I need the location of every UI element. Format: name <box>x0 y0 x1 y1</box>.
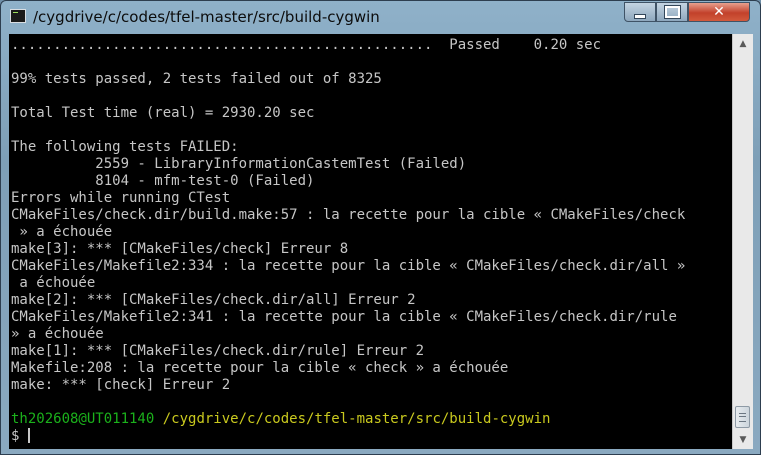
command-input-line[interactable]: $ <box>11 428 685 445</box>
maximize-button[interactable] <box>656 2 688 22</box>
prompt-user-host: th202608@UT011140 <box>11 411 155 427</box>
terminal-output[interactable]: ........................................… <box>9 34 732 449</box>
terminal-line: make: *** [check] Erreur 2 <box>11 377 231 393</box>
terminal-line: 2559 - LibraryInformationCastemTest (Fai… <box>11 156 467 172</box>
terminal-line: ........................................… <box>11 37 602 53</box>
terminal-line: CMakeFiles/Makefile2:341 : la recette po… <box>11 309 677 325</box>
terminal-line: make[2]: *** [CMakeFiles/check.dir/all] … <box>11 292 416 308</box>
terminal-line: Errors while running CTest <box>11 190 231 206</box>
terminal-line: The following tests FAILED: <box>11 139 239 155</box>
terminal-lines: ........................................… <box>11 37 685 445</box>
terminal-line: » a échouée <box>11 224 113 240</box>
vertical-scrollbar[interactable]: ▲ ▼ <box>732 34 753 449</box>
terminal-line: 8104 - mfm-test-0 (Failed) <box>11 173 315 189</box>
prompt-line: th202608@UT011140 /cygdrive/c/codes/tfel… <box>11 411 685 428</box>
text-cursor <box>27 428 30 443</box>
window-title: /cygdrive/c/codes/tfel-master/src/build-… <box>33 8 380 26</box>
terminal-line: make[1]: *** [CMakeFiles/check.dir/rule]… <box>11 343 425 359</box>
terminal-line: Total Test time (real) = 2930.20 sec <box>11 105 315 121</box>
minimize-icon <box>634 13 646 19</box>
scroll-up-arrow-icon[interactable]: ▲ <box>733 35 753 52</box>
title-bar[interactable]: /cygdrive/c/codes/tfel-master/src/build-… <box>1 1 760 34</box>
scrollbar-thumb[interactable] <box>735 406 750 428</box>
terminal-line: 99% tests passed, 2 tests failed out of … <box>11 71 382 87</box>
terminal-window: /cygdrive/c/codes/tfel-master/src/build-… <box>0 0 761 455</box>
close-button[interactable]: ✕ <box>688 2 750 22</box>
prompt-symbol: $ <box>11 428 28 444</box>
close-icon: ✕ <box>713 4 725 20</box>
terminal-line: a échouée <box>11 275 96 291</box>
prompt-path: /cygdrive/c/codes/tfel-master/src/build-… <box>162 411 551 427</box>
minimize-button[interactable] <box>624 2 656 22</box>
terminal-line: » a échouée <box>11 326 104 342</box>
terminal-line: CMakeFiles/Makefile2:334 : la recette po… <box>11 258 686 274</box>
scroll-down-arrow-icon[interactable]: ▼ <box>733 431 753 448</box>
terminal-icon[interactable] <box>10 9 26 23</box>
terminal-line: make[3]: *** [CMakeFiles/check] Erreur 8 <box>11 241 349 257</box>
maximize-icon <box>663 5 681 19</box>
terminal-line: Makefile:208 : la recette pour la cible … <box>11 360 509 376</box>
terminal-line: CMakeFiles/check.dir/build.make:57 : la … <box>11 207 686 223</box>
